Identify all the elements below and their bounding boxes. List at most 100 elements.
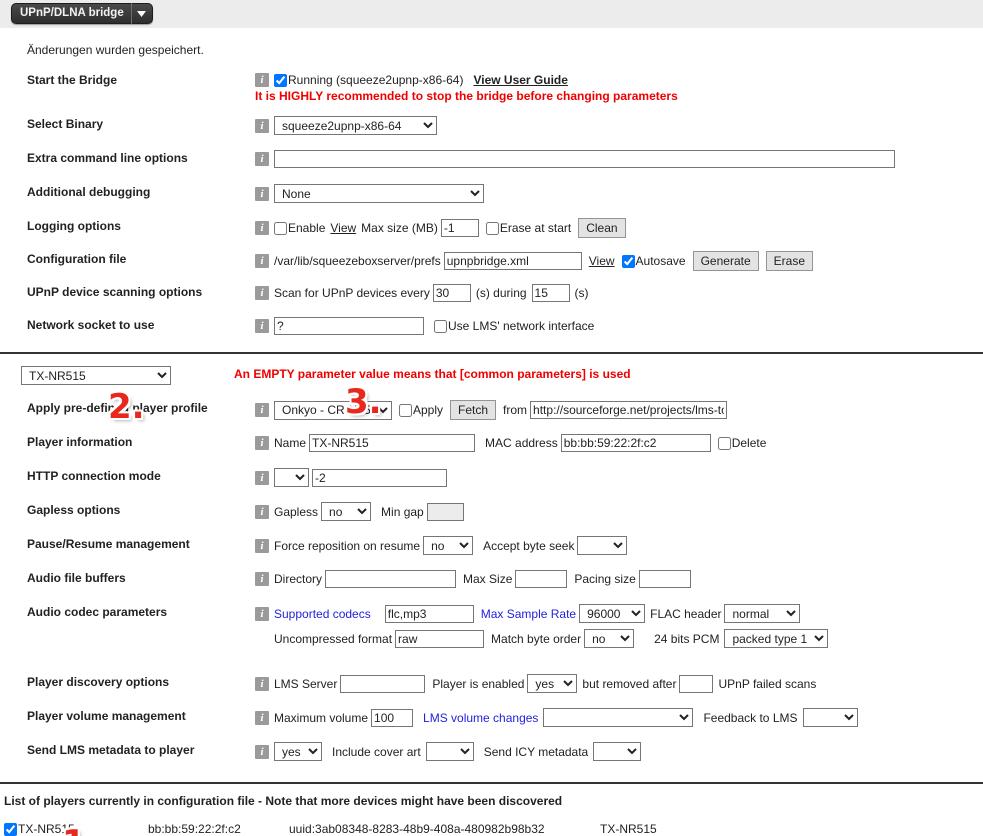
removed-after-input[interactable] [679, 674, 714, 693]
max-sample-rate-link[interactable]: Max Sample Rate [481, 606, 576, 622]
info-icon[interactable]: i [255, 186, 269, 201]
select-binary-dropdown[interactable]: squeeze2upnp-x86-64 [274, 116, 437, 135]
empty-parameter-warning: An EMPTY parameter value means that [com… [234, 367, 631, 381]
gapless-dropdown[interactable]: no [321, 502, 372, 521]
autosave-label: Autosave [635, 254, 686, 268]
send-icy-metadata-dropdown[interactable] [593, 742, 642, 761]
scan-every-input[interactable] [432, 284, 471, 302]
info-icon[interactable]: i [255, 118, 269, 133]
info-icon[interactable]: i [255, 254, 269, 268]
flac-header-dropdown[interactable]: normal [724, 604, 801, 623]
delete-player-checkbox[interactable] [717, 436, 731, 450]
lms-volume-changes-dropdown[interactable] [543, 708, 694, 727]
tab-upnp-dlna-bridge[interactable]: UPnP/DLNA bridge [11, 3, 153, 24]
max-sample-rate-dropdown[interactable]: 96000 [579, 604, 646, 623]
include-cover-art-label: Include cover art [332, 744, 421, 759]
uncompressed-format-input[interactable] [395, 629, 485, 648]
profile-apply-checkbox[interactable] [399, 403, 412, 417]
player-name-input[interactable] [309, 434, 476, 452]
min-gap-input[interactable] [426, 502, 464, 521]
row-send-metadata: Send LMS metadata to player i yes Includ… [0, 742, 983, 764]
info-icon[interactable]: i [255, 538, 269, 553]
profile-from-url-input[interactable] [530, 401, 728, 419]
info-icon[interactable]: i [255, 504, 269, 519]
info-icon[interactable]: i [255, 606, 269, 621]
profile-from-label: from [503, 403, 528, 417]
accept-byte-seek-dropdown[interactable] [577, 536, 628, 555]
autosave-checkbox[interactable] [621, 254, 635, 268]
buffer-max-size-input[interactable] [515, 570, 568, 588]
top-bar: UPnP/DLNA bridge [0, 0, 983, 28]
send-metadata-dropdown[interactable]: yes [274, 742, 322, 761]
player-profile-dropdown[interactable]: Onkyo - CR-N755 [274, 400, 392, 420]
pcm-24bit-dropdown[interactable]: packed type 1 [724, 629, 829, 648]
info-icon[interactable]: i [255, 710, 269, 725]
row-configuration-file: Configuration file i /var/lib/squeezebox… [0, 251, 983, 273]
row-player-information: Player information i Name MAC address De… [0, 434, 983, 456]
label-scan-options: UPnP device scanning options [27, 285, 203, 299]
info-icon[interactable]: i [255, 676, 269, 691]
lms-volume-changes-link[interactable]: LMS volume changes [423, 710, 538, 726]
config-view-link[interactable]: View [589, 253, 615, 269]
extra-cmdline-input[interactable] [274, 150, 895, 168]
fetch-button[interactable]: Fetch [450, 400, 497, 420]
label-start-bridge: Start the Bridge [27, 73, 118, 87]
match-byte-order-dropdown[interactable]: no [584, 629, 635, 648]
info-icon[interactable]: i [255, 403, 269, 417]
info-icon[interactable]: i [255, 436, 269, 450]
http-mode-value-input[interactable] [312, 468, 447, 487]
erase-at-start-checkbox[interactable] [485, 221, 499, 235]
logging-maxsize-input[interactable] [440, 219, 479, 237]
use-lms-interface-checkbox[interactable] [434, 319, 447, 333]
player-enabled-dropdown[interactable]: yes [527, 674, 578, 693]
info-icon[interactable]: i [255, 319, 269, 333]
info-icon[interactable]: i [255, 221, 269, 235]
row-gapless: Gapless options i Gapless no Min gap [0, 502, 983, 524]
controls-pause-resume: i Force reposition on resume no Accept b… [255, 536, 628, 555]
force-reposition-dropdown[interactable]: no [423, 536, 474, 555]
erase-config-button[interactable]: Erase [765, 251, 813, 271]
info-icon[interactable]: i [255, 286, 269, 300]
lms-server-input[interactable] [340, 674, 426, 693]
info-icon[interactable]: i [255, 744, 269, 759]
row-player-selector: TX-NR515 An EMPTY parameter value means … [0, 366, 983, 388]
accept-byte-seek-label: Accept byte seek [483, 538, 575, 553]
logging-view-link[interactable]: View [330, 220, 356, 236]
include-cover-art-dropdown[interactable] [425, 742, 474, 761]
config-filename-input[interactable] [443, 252, 582, 270]
info-icon[interactable]: i [255, 152, 269, 166]
maximum-volume-input[interactable] [371, 708, 414, 727]
maximum-volume-label: Maximum volume [274, 710, 369, 725]
player-row-mac: bb:bb:59:22:2f:c2 [148, 822, 241, 836]
http-mode-dropdown[interactable] [274, 468, 309, 487]
flac-header-label: FLAC header [650, 606, 722, 621]
controls-audio-codec: i Supported codecs Max Sample Rate 96000… [255, 604, 829, 648]
clean-button[interactable]: Clean [578, 218, 626, 238]
running-checkbox[interactable] [274, 73, 287, 87]
feedback-to-lms-dropdown[interactable] [802, 708, 858, 727]
chevron-down-icon[interactable] [132, 3, 152, 24]
scan-during-input[interactable] [531, 284, 570, 302]
player-selector-dropdown[interactable]: TX-NR515 [21, 366, 171, 385]
player-row-checkbox[interactable] [4, 823, 17, 836]
supported-codecs-link[interactable]: Supported codecs [274, 606, 371, 622]
removed-after-label: but removed after [582, 676, 677, 691]
directory-label: Directory [274, 572, 323, 586]
info-icon[interactable]: i [255, 73, 269, 87]
buffer-directory-input[interactable] [325, 570, 457, 588]
logging-enable-label: Enable [288, 221, 326, 235]
additional-debugging-dropdown[interactable]: None [274, 184, 484, 203]
pacing-size-input[interactable] [638, 570, 691, 588]
generate-button[interactable]: Generate [692, 251, 759, 271]
controls-configuration-file: i /var/lib/squeezeboxserver/prefs View A… [255, 251, 813, 271]
mac-address-input[interactable] [560, 434, 711, 452]
network-socket-input[interactable] [274, 317, 424, 335]
row-http-mode: HTTP connection mode i [0, 468, 983, 490]
page-body: Änderungen wurden gespeichert. Start the… [0, 42, 983, 836]
info-icon[interactable]: i [255, 572, 269, 586]
logging-enable-checkbox[interactable] [274, 221, 287, 235]
supported-codecs-input[interactable] [384, 604, 474, 623]
view-user-guide-link[interactable]: View User Guide [473, 72, 567, 88]
scan-prefix-label: Scan for UPnP devices every [274, 286, 430, 300]
info-icon[interactable]: i [255, 470, 269, 485]
